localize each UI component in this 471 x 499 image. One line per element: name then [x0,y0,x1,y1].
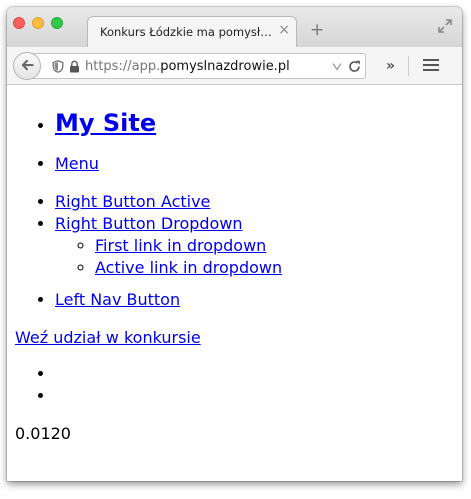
url-text[interactable]: https://app.pomyslnazdrowie.pl [85,59,290,74]
brand-list: My Site [15,107,156,139]
close-window-icon[interactable] [13,17,25,29]
back-button[interactable] [13,52,41,80]
minimize-window-icon[interactable] [32,17,44,29]
shield-icon[interactable] [52,60,64,73]
zoom-window-icon[interactable] [51,17,63,29]
right-nav-list: Right Button Active Right Button Dropdow… [15,191,282,279]
list-item: Menu [55,153,99,175]
list-item: Right Button Dropdown First link in drop… [55,213,282,279]
toolbar-separator [408,56,409,76]
back-arrow-icon [21,59,34,71]
join-contest-link[interactable]: Weź udział w konkursie [15,327,201,349]
new-tab-button[interactable]: + [310,22,324,39]
list-item [55,385,60,407]
browser-tab[interactable]: Konkurs Łódzkie ma pomysł n... × [87,16,297,47]
url-domain: pomyslnazdrowie.pl [160,59,290,74]
menu-list: Menu [15,153,99,175]
url-prefix: https://app. [85,59,161,74]
tab-bar: Konkurs Łódzkie ma pomysł n... × + [7,7,462,47]
list-item [55,363,60,385]
list-item: Active link in dropdown [95,257,282,279]
browser-window: Konkurs Łódzkie ma pomysł n... × + https… [7,7,462,481]
list-item: Right Button Active [55,191,282,213]
first-dropdown-link[interactable]: First link in dropdown [95,236,266,255]
lock-icon [70,60,79,73]
dropdown-list: First link in dropdown Active link in dr… [55,235,282,279]
nav-toolbar: https://app.pomyslnazdrowie.pl » [7,47,462,85]
counter-value: 0.0120 [15,424,71,443]
dropdown-caret-icon[interactable] [332,62,342,71]
right-button-dropdown-link[interactable]: Right Button Dropdown [55,214,243,233]
list-item: First link in dropdown [95,235,282,257]
overflow-button[interactable]: » [386,59,395,73]
left-nav-list: Left Nav Button [15,289,180,311]
site-brand-link[interactable]: My Site [55,109,156,137]
hamburger-menu-icon[interactable] [423,59,439,72]
url-bar[interactable]: https://app.pomyslnazdrowie.pl [27,53,366,79]
resize-icon[interactable] [438,19,452,33]
tab-close-icon[interactable]: × [278,23,290,37]
list-item: My Site [55,107,156,139]
active-dropdown-link[interactable]: Active link in dropdown [95,258,282,277]
right-button-active-link[interactable]: Right Button Active [55,192,210,211]
left-nav-button-link[interactable]: Left Nav Button [55,290,180,309]
list-item: Left Nav Button [55,289,180,311]
empty-list [15,363,60,407]
reload-icon[interactable] [348,60,361,73]
page-content: My Site Menu Right Button Active Right B… [7,85,462,481]
window-controls [13,17,63,29]
menu-link[interactable]: Menu [55,154,99,173]
tab-title: Konkurs Łódzkie ma pomysł n... [100,25,272,39]
